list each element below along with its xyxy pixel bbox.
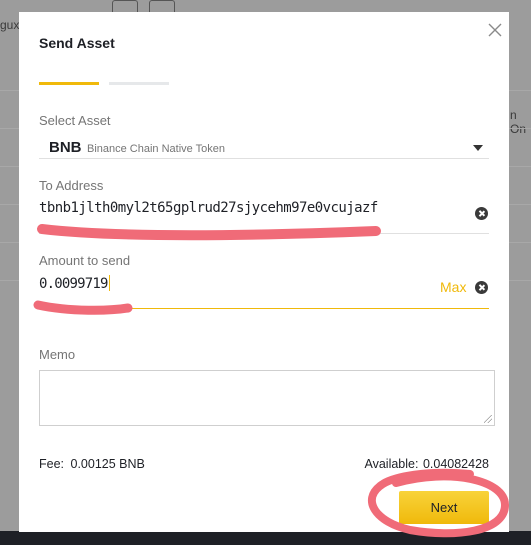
memo-textarea[interactable]: [39, 370, 495, 426]
fee-info: Fee: 0.00125 BNB: [39, 457, 145, 471]
to-address-underline: [39, 233, 489, 234]
clear-amount-icon[interactable]: [475, 281, 488, 294]
next-button[interactable]: Next: [399, 491, 489, 524]
close-button[interactable]: [487, 22, 503, 38]
step-indicator-active: [39, 82, 99, 85]
select-asset-label: Select Asset: [39, 113, 111, 128]
available-info: Available: 0.04082428: [364, 457, 489, 471]
chevron-down-icon: [473, 145, 483, 151]
clear-address-icon[interactable]: [475, 207, 488, 220]
asset-select[interactable]: BNB Binance Chain Native Token: [39, 134, 489, 158]
memo-label: Memo: [39, 347, 76, 362]
amount-input[interactable]: 0.0099719: [39, 275, 110, 292]
asset-symbol: BNB: [49, 139, 82, 156]
background-text: gux: [0, 18, 20, 32]
fee-label: Fee:: [39, 457, 65, 471]
asset-name: Binance Chain Native Token: [87, 143, 225, 155]
available-label: Available:: [364, 457, 419, 471]
available-value: 0.04082428: [422, 457, 489, 471]
send-asset-modal: Send Asset Select Asset BNB Binance Chai…: [19, 12, 509, 532]
close-icon: [488, 23, 502, 37]
max-button[interactable]: Max: [440, 279, 466, 295]
background-footer-bar: [0, 531, 531, 545]
text-cursor: [108, 275, 110, 291]
amount-underline-focused: [39, 308, 489, 309]
asset-select-underline: [39, 158, 489, 159]
background-text: n On: [510, 108, 527, 136]
to-address-input[interactable]: tbnb1jlth0myl2t65gplrud27sjycehm97e0vcuj…: [39, 200, 378, 216]
modal-title: Send Asset: [39, 35, 115, 51]
amount-value: 0.0099719: [39, 276, 108, 292]
to-address-label: To Address: [39, 178, 104, 193]
fee-value: 0.00125 BNB: [70, 457, 145, 471]
amount-label: Amount to send: [39, 253, 131, 268]
step-indicator-inactive: [109, 82, 169, 85]
resize-grip-icon[interactable]: [484, 415, 492, 423]
